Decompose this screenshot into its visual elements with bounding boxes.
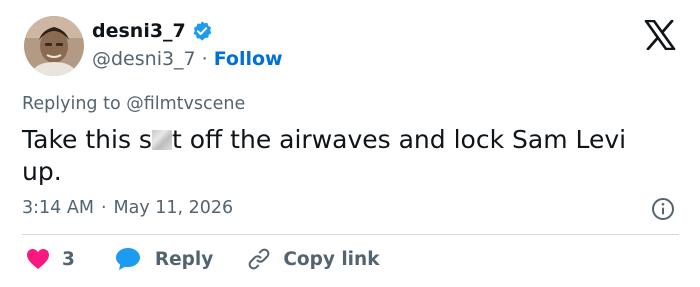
censor-blur-block: [151, 130, 172, 150]
reply-button[interactable]: Reply: [115, 247, 213, 271]
replying-to-line: Replying to @filmtvscene: [22, 94, 245, 114]
info-icon[interactable]: [651, 197, 675, 221]
replying-to-label: Replying to: [22, 94, 121, 114]
tweet-date: May 11, 2026: [113, 198, 234, 218]
avatar[interactable]: [24, 16, 84, 76]
tweet-timestamp[interactable]: 3:14 AM · May 11, 2026: [22, 198, 233, 218]
like-button[interactable]: 3: [26, 248, 75, 270]
author-name-row: desni3_7: [92, 20, 213, 42]
link-icon: [248, 248, 270, 270]
tweet-time: 3:14 AM: [22, 198, 94, 218]
like-count: 3: [62, 248, 75, 270]
handle-separator: ·: [201, 48, 208, 70]
author-handle-row: @desni3_7 · Follow: [92, 48, 283, 70]
x-logo-icon[interactable]: [644, 19, 676, 51]
copy-link-button[interactable]: Copy link: [247, 247, 380, 271]
speech-bubble-icon: [115, 248, 140, 270]
follow-button[interactable]: Follow: [214, 48, 283, 70]
author-display-name[interactable]: desni3_7: [92, 20, 186, 42]
verified-badge-icon: [191, 20, 213, 42]
replying-to-mention[interactable]: @filmtvscene: [126, 94, 245, 114]
divider: [22, 234, 679, 235]
timestamp-separator: ·: [100, 198, 107, 218]
avatar-photo: [24, 16, 84, 76]
tweet-text: Take this st off the airwaves and lock S…: [22, 124, 672, 188]
copy-link-label: Copy link: [283, 248, 380, 270]
tweet-text-part-1: Take this s: [22, 125, 152, 154]
heart-icon: [27, 249, 49, 269]
action-bar: 3 Reply Copy link: [26, 247, 380, 271]
author-handle[interactable]: @desni3_7: [92, 48, 196, 70]
reply-label: Reply: [154, 248, 214, 270]
